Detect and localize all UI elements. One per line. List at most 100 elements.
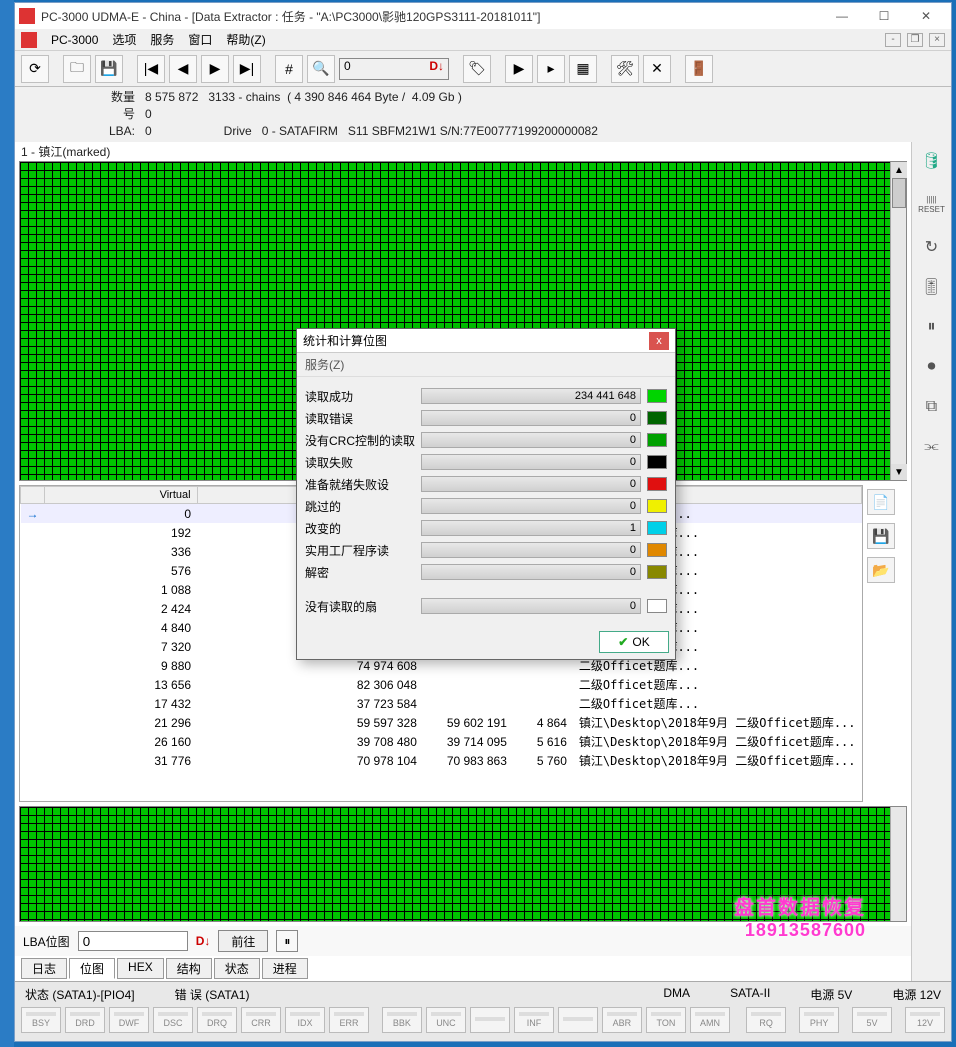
window-title: PC-3000 UDMA-E - China - [Data Extractor… — [41, 8, 821, 25]
play-reset-icon[interactable]: ↻ — [919, 234, 945, 260]
toolbar: ⟳ 🗀 💾 |◀ ◀ ▶ ▶| # 🔍 0D↓ 🏷 ▶ ▸ ▦ 🛠 ✕ 🚪 — [15, 51, 951, 87]
dialog-ok-button[interactable]: ✔OK — [599, 631, 669, 653]
info-panel: 数量8 575 872 3133 - chains ( 4 390 846 46… — [15, 87, 951, 142]
mdi-restore[interactable]: ❐ — [907, 33, 923, 47]
check-icon: ✔ — [618, 635, 628, 649]
db-icon[interactable]: 🛢 — [919, 148, 945, 174]
led-DRD: DRD — [65, 1007, 105, 1033]
tool-grid2-icon[interactable]: ▦ — [569, 55, 597, 83]
tab-5[interactable]: 进程 — [262, 958, 308, 979]
lba-go-input[interactable] — [78, 931, 188, 951]
tool-play2-icon[interactable]: ▸ — [537, 55, 565, 83]
led-12V: 12V — [905, 1007, 945, 1033]
table-row[interactable]: 13 65682 306 048二级Officet题库... — [21, 675, 862, 694]
menu-service[interactable]: 服务 — [150, 31, 174, 48]
led-DWF: DWF — [109, 1007, 149, 1033]
menu-app[interactable]: PC-3000 — [51, 33, 98, 47]
col-virtual[interactable]: Virtual — [45, 487, 198, 504]
lba-go-label: LBA位图 — [23, 933, 70, 950]
status-sata2: SATA-II — [730, 986, 770, 1003]
lba-label: LBA: — [75, 123, 145, 140]
close-button[interactable]: ✕ — [905, 4, 947, 28]
tune-icon[interactable]: 🎚 — [919, 274, 945, 300]
tool-save-icon[interactable]: 💾 — [95, 55, 123, 83]
dialog-close-icon[interactable]: x — [649, 332, 669, 350]
watermark: 盘首数据恢复 18913587600 — [734, 891, 866, 941]
led-INF: INF — [514, 1007, 554, 1033]
status-err: 错 误 (SATA1) — [175, 986, 250, 1003]
mdi-close[interactable]: × — [929, 33, 945, 47]
led-5V: 5V — [852, 1007, 892, 1033]
table-row[interactable]: 26 16039 708 48039 714 0955 616镇江\Deskto… — [21, 732, 862, 751]
scrollbar[interactable]: ▲ ▼ — [890, 162, 906, 480]
tool-tools-icon[interactable]: 🛠 — [611, 55, 639, 83]
side-save-icon[interactable]: 💾 — [867, 523, 895, 549]
menu-window[interactable]: 窗口 — [188, 31, 212, 48]
titlebar: PC-3000 UDMA-E - China - [Data Extractor… — [15, 3, 951, 29]
scroll-thumb[interactable] — [892, 178, 906, 208]
link-icon[interactable]: ⫘ — [919, 434, 945, 460]
tab-2[interactable]: HEX — [117, 958, 164, 979]
status-pwr5: 电源 5V — [810, 986, 852, 1003]
led-blank — [558, 1007, 598, 1033]
lba-go-button[interactable]: 前往 — [218, 930, 268, 952]
menu-help[interactable]: 帮助(Z) — [226, 31, 265, 48]
watermark-line2: 18913587600 — [734, 920, 866, 941]
led-AMN: AMN — [690, 1007, 730, 1033]
app-icon — [19, 8, 35, 24]
stat-row: 跳过的0 — [305, 495, 667, 517]
tab-1[interactable]: 位图 — [69, 958, 115, 979]
tool-first-icon[interactable]: |◀ — [137, 55, 165, 83]
tool-open-icon[interactable]: 🗀 — [63, 55, 91, 83]
tool-find-icon[interactable]: 🔍 — [307, 55, 335, 83]
tab-3[interactable]: 结构 — [166, 958, 212, 979]
tool-tools2-icon[interactable]: ✕ — [643, 55, 671, 83]
table-row[interactable]: 21 29659 597 32859 602 1914 864镇江\Deskto… — [21, 713, 862, 732]
scroll-up-icon[interactable]: ▲ — [891, 162, 907, 178]
scroll-down-icon[interactable]: ▼ — [891, 464, 907, 480]
led-UNC: UNC — [426, 1007, 466, 1033]
led-IDX: IDX — [285, 1007, 325, 1033]
menubar: PC-3000 选项 服务 窗口 帮助(Z) - ❐ × — [15, 29, 951, 51]
pause-icon[interactable]: ⏸ — [276, 930, 298, 952]
watermark-line1: 盘首数据恢复 — [734, 891, 866, 920]
tool-tag-icon[interactable]: 🏷 — [463, 55, 491, 83]
tool-grid-icon[interactable]: # — [275, 55, 303, 83]
table-row[interactable]: 17 43237 723 584二级Officet题库... — [21, 694, 862, 713]
tool-last-icon[interactable]: ▶| — [233, 55, 261, 83]
pause2-icon[interactable]: ⏸ — [919, 314, 945, 340]
tool-prev-icon[interactable]: ◀ — [169, 55, 197, 83]
drive-label: Drive — [192, 123, 262, 140]
tool-exit-icon[interactable]: 🚪 — [685, 55, 713, 83]
tab-0[interactable]: 日志 — [21, 958, 67, 979]
led-BSY: BSY — [21, 1007, 61, 1033]
record-icon[interactable]: ⏺ — [919, 354, 945, 380]
maximize-button[interactable]: ☐ — [863, 4, 905, 28]
tool-play-icon[interactable]: ▶ — [505, 55, 533, 83]
copy-icon[interactable]: ⧉ — [919, 394, 945, 420]
tool-next-icon[interactable]: ▶ — [201, 55, 229, 83]
toolbar-lba-input[interactable]: 0D↓ — [339, 58, 449, 80]
status-sata1: 状态 (SATA1)-[PIO4] — [25, 986, 135, 1003]
mdi-minimize[interactable]: - — [885, 33, 901, 47]
menu-options[interactable]: 选项 — [112, 31, 136, 48]
table-row[interactable]: 31 77670 978 10470 983 8635 760镇江\Deskto… — [21, 751, 862, 770]
led-DRQ: DRQ — [197, 1007, 237, 1033]
side-open-icon[interactable]: 📂 — [867, 557, 895, 583]
minimize-button[interactable]: — — [821, 4, 863, 28]
tab-4[interactable]: 状态 — [214, 958, 260, 979]
status-strip: 状态 (SATA1)-[PIO4] 错 误 (SATA1) DMA SATA-I… — [15, 981, 951, 1041]
num-value: 0 — [145, 106, 152, 123]
status-dma: DMA — [663, 986, 690, 1003]
side-new-icon[interactable]: 📄 — [867, 489, 895, 515]
stat-row: 准备就绪失败设0 — [305, 473, 667, 495]
scrollbar-2[interactable] — [890, 807, 906, 921]
tool-refresh-icon[interactable]: ⟳ — [21, 55, 49, 83]
down-arrow-icon: D↓ — [429, 59, 444, 73]
dialog-menu[interactable]: 服务(Z) — [297, 353, 675, 377]
reset-icon[interactable]: |||||RESET — [919, 188, 945, 220]
led-ABR: ABR — [602, 1007, 642, 1033]
led-PHY: PHY — [799, 1007, 839, 1033]
led-TON: TON — [646, 1007, 686, 1033]
qty-value: 8 575 872 3133 - chains ( 4 390 846 464 … — [145, 89, 462, 106]
